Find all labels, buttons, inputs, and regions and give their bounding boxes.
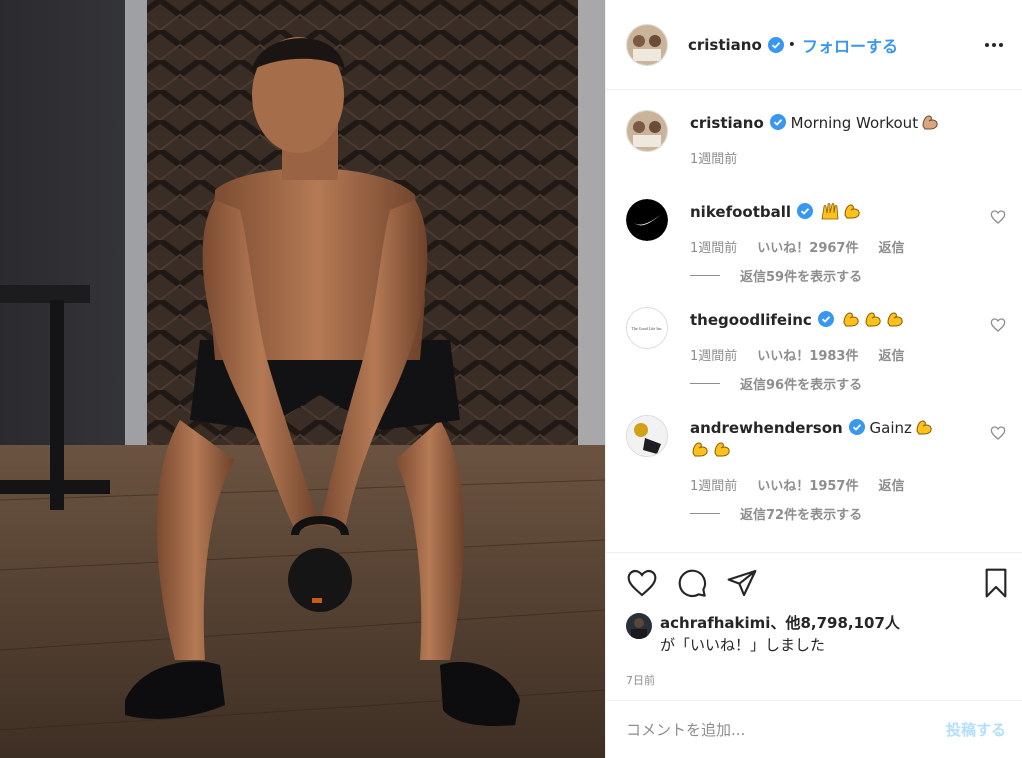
comments-list[interactable]: cristiano Morning Workout 1週間前 nikefootb… xyxy=(606,90,1022,552)
flexed-biceps-icon xyxy=(865,312,881,327)
comment-likes[interactable]: いいね！1983件 xyxy=(757,345,858,364)
comment-time: 1週間前 xyxy=(690,241,738,256)
view-replies-button[interactable]: 返信72件を表示する xyxy=(690,504,1002,523)
liker-avatar[interactable] xyxy=(626,613,652,639)
comment-username[interactable]: thegoodlifeinc xyxy=(690,311,812,329)
share-paper-plane-icon[interactable] xyxy=(726,567,758,599)
post-modal: cristiano • フォローする cristiano Morning Wor… xyxy=(0,0,1022,758)
liker-username[interactable]: achrafhakimi xyxy=(660,614,770,632)
commenter-avatar[interactable] xyxy=(626,199,668,241)
verified-badge-icon xyxy=(797,203,814,219)
flexed-biceps-icon xyxy=(922,115,938,130)
add-comment-bar: 投稿する xyxy=(606,700,1022,758)
post-date: 7日前 xyxy=(626,674,655,687)
follow-button[interactable]: フォローする xyxy=(802,33,898,57)
post-side-panel: cristiano • フォローする cristiano Morning Wor… xyxy=(605,0,1022,758)
flexed-biceps-icon xyxy=(887,312,903,327)
likes-suffix: が「いいね！」しました xyxy=(660,636,826,654)
caption-time: 1週間前 xyxy=(690,152,738,167)
replies-divider xyxy=(690,383,720,384)
reply-button[interactable]: 返信 xyxy=(878,345,904,364)
verified-badge-icon xyxy=(769,114,786,130)
comment-item: nikefootball 1週間前 いいね！2967件 返信 返信59件を表示す… xyxy=(626,199,1006,285)
likes-summary: achrafhakimi、他8,798,107人 が「いいね！」しました xyxy=(606,612,1022,656)
author-avatar[interactable] xyxy=(626,23,668,66)
post-comment-button[interactable]: 投稿する xyxy=(946,719,1006,740)
comment-item: andrewhenderson Gainz 1週間前 いいね！1957件 返信 … xyxy=(626,415,1006,523)
flexed-biceps-icon xyxy=(844,204,860,219)
flexed-biceps-icon xyxy=(916,420,932,435)
svg-text:The Good Life Inc.: The Good Life Inc. xyxy=(632,326,663,331)
post-header: cristiano • フォローする xyxy=(606,0,1022,90)
author-username[interactable]: cristiano xyxy=(688,36,762,54)
view-replies-label: 返信59件を表示する xyxy=(740,270,863,285)
post-actions-bar xyxy=(606,552,1022,612)
flexed-biceps-icon xyxy=(714,442,730,457)
view-replies-label: 返信72件を表示する xyxy=(740,508,863,523)
verified-badge-icon xyxy=(817,311,834,327)
caption-text: Morning Workout xyxy=(790,114,919,132)
comment-likes[interactable]: いいね！1957件 xyxy=(757,475,858,494)
comment-username[interactable]: andrewhenderson xyxy=(690,419,843,437)
caption: cristiano Morning Workout 1週間前 xyxy=(626,110,1002,167)
view-replies-button[interactable]: 返信96件を表示する xyxy=(690,374,1002,393)
bookmark-icon[interactable] xyxy=(980,567,1012,599)
post-photo[interactable] xyxy=(0,0,605,758)
like-comment-heart-icon[interactable] xyxy=(990,425,1006,441)
verified-badge-icon xyxy=(767,36,784,53)
like-comment-heart-icon[interactable] xyxy=(990,209,1006,225)
comment-time: 1週間前 xyxy=(690,479,738,494)
caption-username[interactable]: cristiano xyxy=(690,114,764,132)
reply-button[interactable]: 返信 xyxy=(878,237,904,256)
commenter-avatar[interactable]: The Good Life Inc. xyxy=(626,307,668,349)
add-comment-input[interactable] xyxy=(626,720,946,739)
like-heart-icon[interactable] xyxy=(626,567,658,599)
raising-hands-icon xyxy=(821,203,839,220)
commenter-avatar[interactable] xyxy=(626,415,668,457)
comment-item: The Good Life Inc. thegoodlifeinc 1週間前 い… xyxy=(626,307,1006,393)
replies-divider xyxy=(690,275,720,276)
comment-text: Gainz xyxy=(869,419,912,437)
like-comment-heart-icon[interactable] xyxy=(990,317,1006,333)
more-options-icon[interactable] xyxy=(982,33,1006,57)
comment-bubble-icon[interactable] xyxy=(676,567,708,599)
comment-likes[interactable]: いいね！2967件 xyxy=(757,237,858,256)
verified-badge-icon xyxy=(848,419,865,435)
flexed-biceps-icon xyxy=(692,442,708,457)
view-replies-button[interactable]: 返信59件を表示する xyxy=(690,266,1002,285)
likes-count[interactable]: 、他8,798,107人 xyxy=(770,614,899,632)
workout-photo xyxy=(0,0,605,758)
caption-avatar[interactable] xyxy=(626,110,668,152)
separator-dot: • xyxy=(787,36,797,53)
flexed-biceps-icon xyxy=(843,312,859,327)
view-replies-label: 返信96件を表示する xyxy=(740,378,863,393)
replies-divider xyxy=(690,513,720,514)
comment-time: 1週間前 xyxy=(690,349,738,364)
reply-button[interactable]: 返信 xyxy=(878,475,904,494)
comment-username[interactable]: nikefootball xyxy=(690,203,791,221)
